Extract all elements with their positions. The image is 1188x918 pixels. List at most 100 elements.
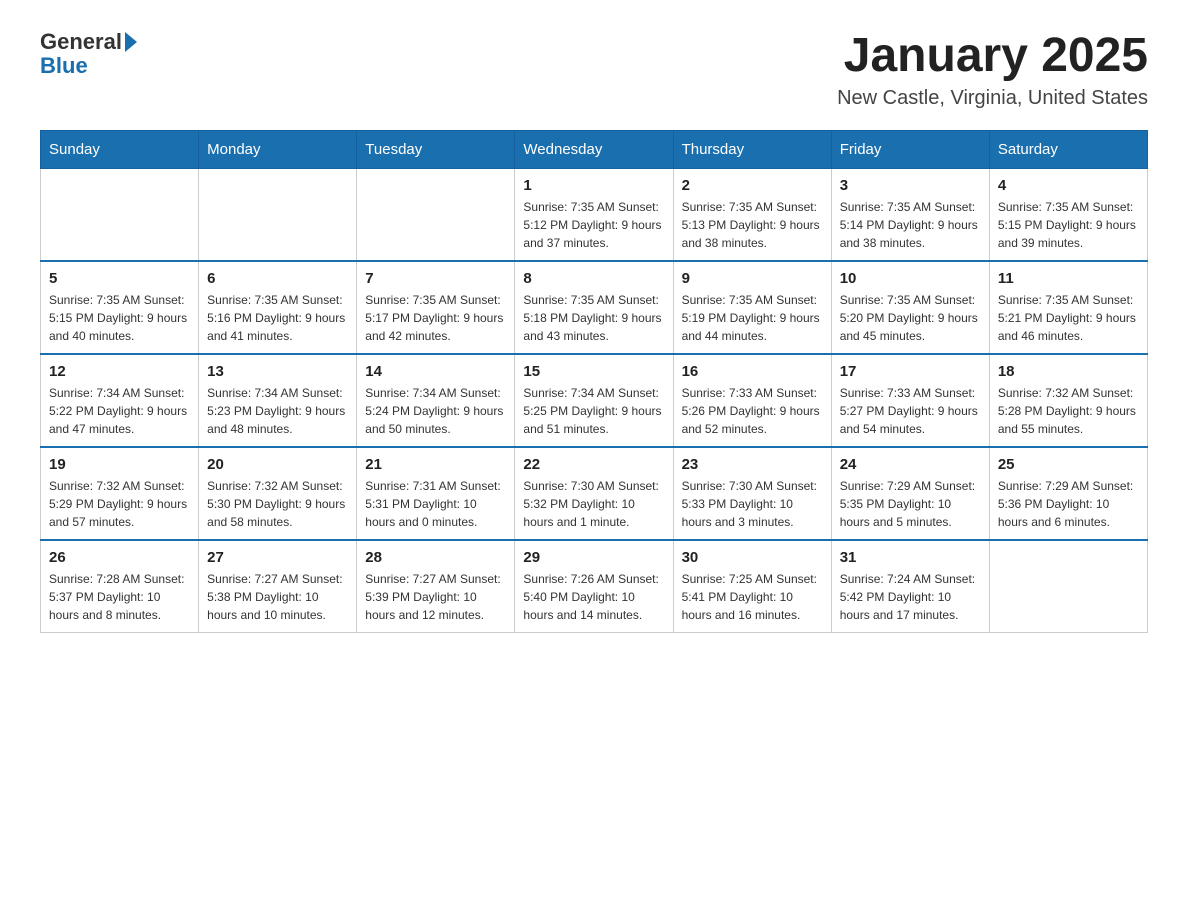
- header-monday: Monday: [199, 130, 357, 168]
- day-info: Sunrise: 7:24 AM Sunset: 5:42 PM Dayligh…: [840, 570, 981, 624]
- weekday-header-row: Sunday Monday Tuesday Wednesday Thursday…: [41, 130, 1148, 168]
- calendar-week-row: 1 Sunrise: 7:35 AM Sunset: 5:12 PM Daylig…: [41, 168, 1148, 261]
- day-number: 8: [523, 270, 664, 287]
- header-sunday: Sunday: [41, 130, 199, 168]
- day-number: 9: [682, 270, 823, 287]
- table-row: 23 Sunrise: 7:30 AM Sunset: 5:33 PM Dayli…: [673, 447, 831, 540]
- table-row: 26 Sunrise: 7:28 AM Sunset: 5:37 PM Dayli…: [41, 540, 199, 633]
- day-number: 22: [523, 456, 664, 473]
- logo-general-text: General: [40, 30, 122, 54]
- title-block: January 2025 New Castle, Virginia, Unite…: [837, 30, 1148, 110]
- table-row: 3Sunrise: 7:35 AM Sunset: 5:14 PM Daylig…: [831, 168, 989, 261]
- table-row: [41, 168, 199, 261]
- day-info: Sunrise: 7:34 AM Sunset: 5:24 PM Dayligh…: [365, 384, 506, 438]
- day-info: Sunrise: 7:33 AM Sunset: 5:27 PM Dayligh…: [840, 384, 981, 438]
- calendar-week-row: 5Sunrise: 7:35 AM Sunset: 5:15 PM Daylig…: [41, 261, 1148, 354]
- day-number: 27: [207, 549, 348, 566]
- calendar-table: Sunday Monday Tuesday Wednesday Thursday…: [40, 130, 1148, 633]
- logo: General Blue: [40, 30, 137, 78]
- table-row: 14 Sunrise: 7:34 AM Sunset: 5:24 PM Dayli…: [357, 354, 515, 447]
- day-info: Sunrise: 7:35 AM Sunset: 5:16 PM Dayligh…: [207, 291, 348, 345]
- day-number: 12: [49, 363, 190, 380]
- table-row: [199, 168, 357, 261]
- table-row: 20 Sunrise: 7:32 AM Sunset: 5:30 PM Dayli…: [199, 447, 357, 540]
- day-info: Sunrise: 7:34 AM Sunset: 5:25 PM Dayligh…: [523, 384, 664, 438]
- calendar-subtitle: New Castle, Virginia, United States: [837, 87, 1148, 110]
- day-info: Sunrise: 7:34 AM Sunset: 5:22 PM Dayligh…: [49, 384, 190, 438]
- day-info: Sunrise: 7:35 AM Sunset: 5:15 PM Dayligh…: [49, 291, 190, 345]
- day-number: 2: [682, 177, 823, 194]
- day-info: Sunrise: 7:35 AM Sunset: 5:21 PM Dayligh…: [998, 291, 1139, 345]
- day-info: Sunrise: 7:35 AM Sunset: 5:13 PM Dayligh…: [682, 198, 823, 252]
- day-number: 28: [365, 549, 506, 566]
- day-info: Sunrise: 7:35 AM Sunset: 5:19 PM Dayligh…: [682, 291, 823, 345]
- day-number: 29: [523, 549, 664, 566]
- day-number: 30: [682, 549, 823, 566]
- calendar-title: January 2025: [837, 30, 1148, 83]
- day-info: Sunrise: 7:31 AM Sunset: 5:31 PM Dayligh…: [365, 477, 506, 531]
- day-number: 19: [49, 456, 190, 473]
- day-number: 20: [207, 456, 348, 473]
- table-row: 15 Sunrise: 7:34 AM Sunset: 5:25 PM Dayli…: [515, 354, 673, 447]
- day-info: Sunrise: 7:32 AM Sunset: 5:30 PM Dayligh…: [207, 477, 348, 531]
- table-row: 8 Sunrise: 7:35 AM Sunset: 5:18 PM Daylig…: [515, 261, 673, 354]
- header-wednesday: Wednesday: [515, 130, 673, 168]
- day-info: Sunrise: 7:34 AM Sunset: 5:23 PM Dayligh…: [207, 384, 348, 438]
- day-info: Sunrise: 7:29 AM Sunset: 5:36 PM Dayligh…: [998, 477, 1139, 531]
- table-row: 10 Sunrise: 7:35 AM Sunset: 5:20 PM Dayli…: [831, 261, 989, 354]
- table-row: 1 Sunrise: 7:35 AM Sunset: 5:12 PM Daylig…: [515, 168, 673, 261]
- day-info: Sunrise: 7:29 AM Sunset: 5:35 PM Dayligh…: [840, 477, 981, 531]
- table-row: 6 Sunrise: 7:35 AM Sunset: 5:16 PM Daylig…: [199, 261, 357, 354]
- day-number: 3: [840, 177, 981, 194]
- header-thursday: Thursday: [673, 130, 831, 168]
- day-number: 25: [998, 456, 1139, 473]
- day-number: 4: [998, 177, 1139, 194]
- header-saturday: Saturday: [989, 130, 1147, 168]
- table-row: 25 Sunrise: 7:29 AM Sunset: 5:36 PM Dayli…: [989, 447, 1147, 540]
- day-info: Sunrise: 7:27 AM Sunset: 5:38 PM Dayligh…: [207, 570, 348, 624]
- day-info: Sunrise: 7:35 AM Sunset: 5:12 PM Dayligh…: [523, 198, 664, 252]
- day-info: Sunrise: 7:30 AM Sunset: 5:32 PM Dayligh…: [523, 477, 664, 531]
- day-number: 6: [207, 270, 348, 287]
- day-info: Sunrise: 7:35 AM Sunset: 5:20 PM Dayligh…: [840, 291, 981, 345]
- table-row: 12 Sunrise: 7:34 AM Sunset: 5:22 PM Dayli…: [41, 354, 199, 447]
- day-number: 21: [365, 456, 506, 473]
- day-number: 17: [840, 363, 981, 380]
- logo-arrow-icon: [125, 32, 137, 52]
- table-row: 27 Sunrise: 7:27 AM Sunset: 5:38 PM Dayli…: [199, 540, 357, 633]
- table-row: 30 Sunrise: 7:25 AM Sunset: 5:41 PM Dayli…: [673, 540, 831, 633]
- day-info: Sunrise: 7:28 AM Sunset: 5:37 PM Dayligh…: [49, 570, 190, 624]
- day-number: 13: [207, 363, 348, 380]
- day-info: Sunrise: 7:33 AM Sunset: 5:26 PM Dayligh…: [682, 384, 823, 438]
- day-info: Sunrise: 7:35 AM Sunset: 5:15 PM Dayligh…: [998, 198, 1139, 252]
- table-row: 17 Sunrise: 7:33 AM Sunset: 5:27 PM Dayli…: [831, 354, 989, 447]
- table-row: 16 Sunrise: 7:33 AM Sunset: 5:26 PM Dayli…: [673, 354, 831, 447]
- table-row: 21 Sunrise: 7:31 AM Sunset: 5:31 PM Dayli…: [357, 447, 515, 540]
- day-number: 31: [840, 549, 981, 566]
- day-info: Sunrise: 7:30 AM Sunset: 5:33 PM Dayligh…: [682, 477, 823, 531]
- table-row: 13 Sunrise: 7:34 AM Sunset: 5:23 PM Dayli…: [199, 354, 357, 447]
- day-number: 10: [840, 270, 981, 287]
- calendar-week-row: 26 Sunrise: 7:28 AM Sunset: 5:37 PM Dayli…: [41, 540, 1148, 633]
- day-info: Sunrise: 7:35 AM Sunset: 5:18 PM Dayligh…: [523, 291, 664, 345]
- header-tuesday: Tuesday: [357, 130, 515, 168]
- day-number: 26: [49, 549, 190, 566]
- logo-blue-text: Blue: [40, 54, 137, 78]
- table-row: 28 Sunrise: 7:27 AM Sunset: 5:39 PM Dayli…: [357, 540, 515, 633]
- day-number: 23: [682, 456, 823, 473]
- table-row: 5Sunrise: 7:35 AM Sunset: 5:15 PM Daylig…: [41, 261, 199, 354]
- day-number: 15: [523, 363, 664, 380]
- table-row: 4 Sunrise: 7:35 AM Sunset: 5:15 PM Daylig…: [989, 168, 1147, 261]
- day-info: Sunrise: 7:25 AM Sunset: 5:41 PM Dayligh…: [682, 570, 823, 624]
- table-row: 19Sunrise: 7:32 AM Sunset: 5:29 PM Dayli…: [41, 447, 199, 540]
- day-number: 11: [998, 270, 1139, 287]
- table-row: 9 Sunrise: 7:35 AM Sunset: 5:19 PM Daylig…: [673, 261, 831, 354]
- day-number: 14: [365, 363, 506, 380]
- day-number: 1: [523, 177, 664, 194]
- header-friday: Friday: [831, 130, 989, 168]
- day-info: Sunrise: 7:32 AM Sunset: 5:28 PM Dayligh…: [998, 384, 1139, 438]
- day-number: 16: [682, 363, 823, 380]
- calendar-week-row: 12 Sunrise: 7:34 AM Sunset: 5:22 PM Dayli…: [41, 354, 1148, 447]
- day-info: Sunrise: 7:27 AM Sunset: 5:39 PM Dayligh…: [365, 570, 506, 624]
- table-row: 24Sunrise: 7:29 AM Sunset: 5:35 PM Dayli…: [831, 447, 989, 540]
